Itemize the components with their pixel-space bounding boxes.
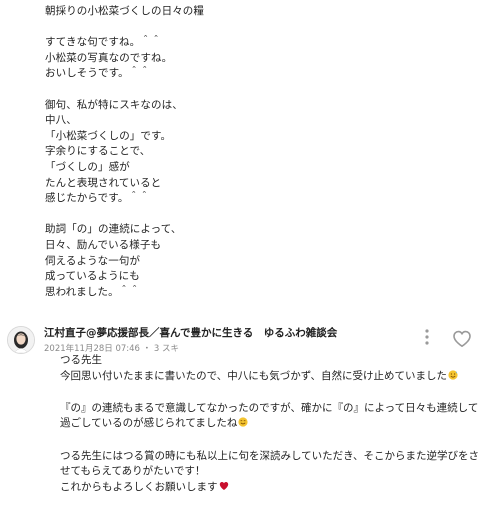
comment-line: つる先生 xyxy=(60,353,500,369)
comment-line xyxy=(60,385,500,401)
heart-outline-icon[interactable] xyxy=(452,330,472,348)
avatar-portrait-icon xyxy=(8,327,34,353)
post-line: 朝採りの小松菜づくしの日々の糧 xyxy=(45,5,204,17)
post-line: 感じたからです。＾＾ xyxy=(45,192,150,205)
post-line xyxy=(45,82,485,98)
comment-line: せてもらえてありがたいです！ xyxy=(60,464,500,480)
post-line: 御句、私が特にスキなのは、 xyxy=(45,98,183,111)
comment: 江村直子@夢応援部長／喜んで豊かに生きる ゆるふわ雑談会 2021年11月28日… xyxy=(0,320,501,512)
post-line: 思われました。＾＾ xyxy=(45,285,140,298)
post-line: おいしそうです。＾＾ xyxy=(45,67,150,80)
post-line: 成っているようにも xyxy=(45,270,140,283)
post-line xyxy=(45,207,485,223)
post-line: 日々、励んでいる様子も xyxy=(45,238,162,251)
post-line: 小松菜の写真なのですね。 xyxy=(45,51,173,64)
post-line: 「小松菜づくしの」です。 xyxy=(45,129,172,142)
post-body: 朝採りの小松菜づくしの日々の糧 すてきな句ですね。＾＾ 小松菜の写真なのですね。… xyxy=(45,4,485,300)
post-line: 中八、 xyxy=(45,114,77,127)
comment-body: つる先生 今回思い付いたままに書いたので、中八にも気づかず、自然に受け止めていま… xyxy=(60,353,500,496)
post-line: 字余りにすることで、 xyxy=(45,145,151,158)
comment-line: つる先生にはつる賞の時にも私以上に句を深読みしていただき、そこからまた逆学びをさ xyxy=(60,449,500,465)
comment-line-text: つる先生にはつる賞の時にも私以上に句を深読みしていただき、そこからまた逆学びをさ xyxy=(60,449,479,462)
smile-emoji xyxy=(238,417,248,433)
comment-line-text: 過ごしているのが感じられてましたね xyxy=(60,417,238,430)
post-line: 「づくしの」感が xyxy=(45,160,130,173)
comment-line: 過ごしているのが感じられてましたね xyxy=(60,416,500,433)
comment-line: 『の』の連続もまるで意識してなかったのですが、確かに『の』によって日々も連続して xyxy=(60,401,500,417)
post-line: 助詞「の」の連続によって、 xyxy=(45,223,182,236)
post-line xyxy=(45,20,485,36)
comment-line xyxy=(60,433,500,449)
comment-line-text: せてもらえてありがたいです！ xyxy=(60,465,206,478)
more-vertical-icon[interactable] xyxy=(419,328,435,346)
post-line: すてきな句ですね。＾＾ xyxy=(45,36,162,49)
author-avatar[interactable] xyxy=(7,326,35,354)
comment-line-text: これからもよろしくお願いします xyxy=(60,480,218,493)
comment-line-text: つる先生 xyxy=(60,354,102,366)
heart-emoji xyxy=(219,481,229,497)
comment-line-text: 『の』の連続もまるで意識してなかったのですが、確かに『の』によって日々も連続して xyxy=(60,401,479,414)
comment-line-text: 今回思い付いたままに書いたので、中八にも気づかず、自然に受け止めていました xyxy=(60,369,448,382)
sweat-smile-emoji xyxy=(448,369,458,386)
author-name[interactable]: 江村直子@夢応援部長／喜んで豊かに生きる ゆるふわ雑談会 xyxy=(44,325,337,340)
comment-line: 今回思い付いたままに書いたので、中八にも気づかず、自然に受け止めていました xyxy=(60,369,500,386)
comment-line: これからもよろしくお願いします xyxy=(60,480,500,497)
post-line: 伺えるような一句が xyxy=(45,254,141,267)
post-line: たんと表現されていると xyxy=(45,176,162,189)
